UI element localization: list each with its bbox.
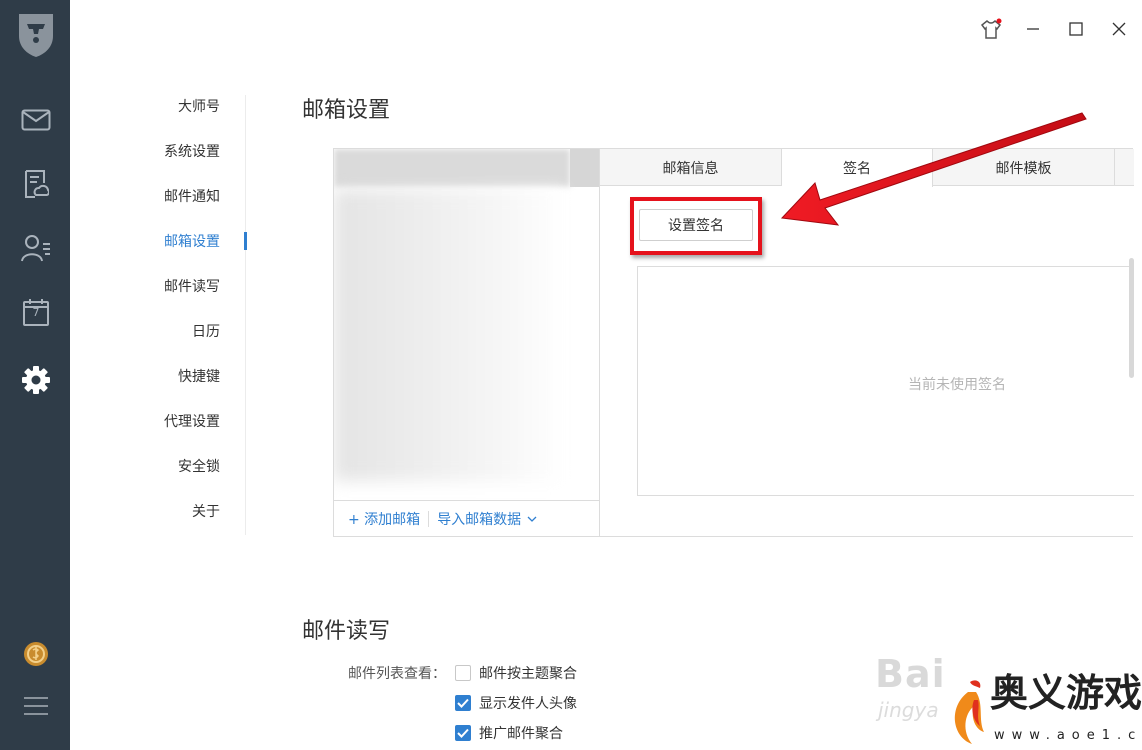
maximize-icon[interactable] bbox=[1061, 14, 1091, 44]
mail-read-write-title: 邮件读写 bbox=[302, 619, 391, 644]
notes-icon[interactable] bbox=[18, 166, 54, 202]
checkbox[interactable] bbox=[455, 665, 471, 681]
red-arrow-icon bbox=[780, 112, 1087, 226]
nav-divider bbox=[245, 95, 246, 535]
nav-item-proxy-settings[interactable]: 代理设置 bbox=[164, 411, 220, 431]
baidu-watermark: Bai bbox=[875, 652, 946, 696]
scrollbar-thumb[interactable] bbox=[1129, 258, 1134, 378]
nav-item-mailbox-settings[interactable]: 邮箱设置 bbox=[164, 231, 220, 251]
nav-item-shortcuts[interactable]: 快捷键 bbox=[178, 366, 220, 386]
account-list bbox=[334, 149, 600, 500]
option-aggregate-promotions[interactable]: 推广邮件聚合 bbox=[455, 723, 563, 743]
account-item-blurred[interactable] bbox=[334, 149, 570, 187]
nav-item-calendar[interactable]: 日历 bbox=[192, 321, 220, 341]
calendar-icon[interactable]: 7 bbox=[18, 294, 54, 330]
footer-separator bbox=[428, 511, 430, 527]
minimize-icon[interactable] bbox=[1018, 14, 1048, 44]
mailbox-settings-title: 邮箱设置 bbox=[302, 98, 391, 123]
list-view-label: 邮件列表查看： bbox=[348, 666, 446, 682]
account-item-selected-marker bbox=[570, 149, 599, 187]
option-label: 邮件按主题聚合 bbox=[479, 666, 577, 682]
nav-item-system-settings[interactable]: 系统设置 bbox=[164, 141, 220, 161]
chevron-down-icon[interactable] bbox=[527, 511, 537, 527]
site-watermark-title: 奥义游戏网 bbox=[990, 670, 1142, 715]
option-label: 显示发件人头像 bbox=[479, 696, 577, 712]
highlight-frame bbox=[630, 197, 762, 255]
nav-item-mail-notification[interactable]: 邮件通知 bbox=[164, 186, 220, 206]
nav-item-about[interactable]: 关于 bbox=[192, 501, 220, 521]
nav-item-security-lock[interactable]: 安全锁 bbox=[178, 456, 220, 476]
tshirt-icon[interactable] bbox=[976, 14, 1006, 44]
add-mailbox-link[interactable]: + 添加邮箱 bbox=[348, 509, 420, 529]
menu-icon[interactable] bbox=[18, 688, 54, 724]
checkbox-checked[interactable] bbox=[455, 695, 471, 711]
nav-active-marker bbox=[244, 232, 247, 250]
tab-mailbox-info[interactable]: 邮箱信息 bbox=[600, 149, 782, 186]
close-icon[interactable] bbox=[1104, 14, 1134, 44]
option-show-sender-avatar[interactable]: 显示发件人头像 bbox=[455, 693, 577, 713]
app-sidebar: 7 bbox=[0, 0, 70, 750]
checkbox-checked[interactable] bbox=[455, 725, 471, 741]
mail-icon[interactable] bbox=[18, 102, 54, 138]
scrollbar-track[interactable] bbox=[1128, 60, 1136, 750]
option-group-by-subject[interactable]: 邮件按主题聚合 bbox=[455, 663, 577, 683]
jingyan-watermark: jingya bbox=[878, 698, 939, 722]
app-logo-icon[interactable] bbox=[15, 10, 57, 58]
option-label: 推广邮件聚合 bbox=[479, 726, 563, 742]
nav-item-master-account[interactable]: 大师号 bbox=[178, 96, 220, 116]
settings-icon[interactable] bbox=[18, 362, 54, 398]
import-mailbox-data-link[interactable]: 导入邮箱数据 bbox=[437, 509, 521, 529]
account-list-footer: + 添加邮箱 导入邮箱数据 bbox=[334, 500, 600, 537]
contacts-icon[interactable] bbox=[18, 230, 54, 266]
site-watermark-url: www.aoe1.com bbox=[994, 728, 1142, 743]
account-list-blurred bbox=[334, 189, 564, 481]
nav-item-mail-read-write[interactable]: 邮件读写 bbox=[164, 276, 220, 296]
coin-icon[interactable] bbox=[18, 636, 54, 672]
empty-signature-text: 当前未使用签名 bbox=[908, 377, 1006, 393]
calendar-day: 7 bbox=[32, 306, 40, 319]
signature-preview-box: 当前未使用签名 bbox=[637, 266, 1134, 496]
